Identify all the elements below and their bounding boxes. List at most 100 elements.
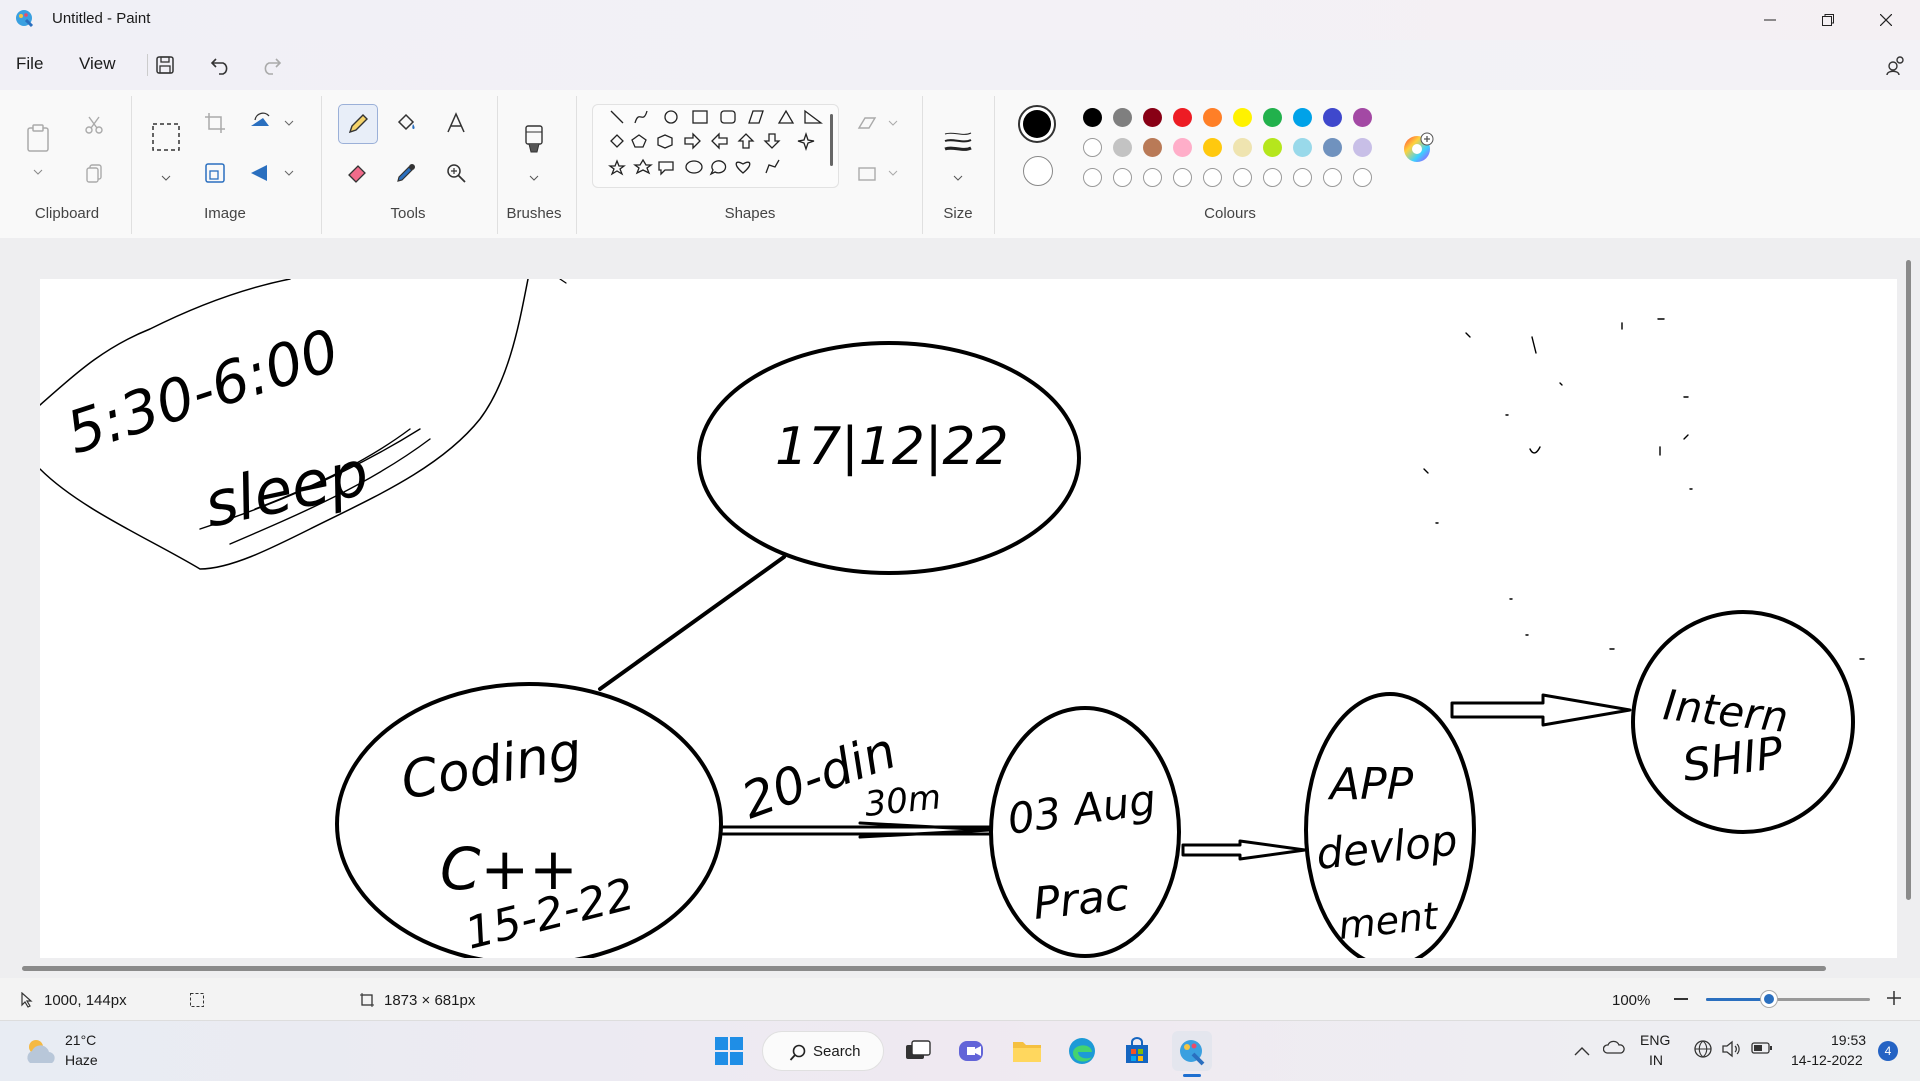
custom-colour-slot[interactable] [1203, 168, 1222, 187]
microsoft-store-icon[interactable] [1117, 1031, 1157, 1071]
custom-colour-slot[interactable] [1143, 168, 1162, 187]
crop-icon[interactable] [196, 104, 234, 142]
size-icon[interactable] [939, 122, 977, 162]
colour-swatch[interactable] [1173, 138, 1192, 157]
edit-colours-icon[interactable] [1402, 132, 1434, 164]
colour-swatch[interactable] [1203, 138, 1222, 157]
primary-colour-swatch[interactable] [1018, 105, 1056, 143]
colour-swatch[interactable] [1143, 138, 1162, 157]
onedrive-icon[interactable] [1602, 1040, 1625, 1059]
search-icon [789, 1044, 806, 1061]
paste-icon[interactable] [20, 116, 56, 160]
shape-fill-icon[interactable] [852, 154, 904, 192]
colour-swatch[interactable] [1083, 108, 1102, 127]
clock-date[interactable]: 14-12-2022 [1791, 1052, 1863, 1068]
network-icon[interactable] [1693, 1039, 1713, 1064]
brushes-dropdown-icon[interactable] [529, 168, 539, 186]
show-hidden-icons-icon[interactable] [1574, 1043, 1590, 1061]
restore-button[interactable] [1800, 0, 1856, 40]
teams-chat-icon[interactable] [952, 1031, 992, 1071]
notification-badge[interactable]: 4 [1878, 1041, 1898, 1061]
undo-icon[interactable] [204, 50, 238, 80]
colour-swatch[interactable] [1323, 138, 1342, 157]
pencil-icon[interactable] [338, 104, 378, 144]
resize-icon[interactable] [196, 154, 234, 192]
select-dropdown-icon[interactable] [161, 168, 171, 186]
colour-swatch[interactable] [1263, 138, 1282, 157]
language-indicator-bottom[interactable]: IN [1649, 1052, 1663, 1068]
brushes-icon[interactable] [515, 116, 553, 166]
clock-time[interactable]: 19:53 [1831, 1032, 1866, 1048]
coding-text: Coding [397, 721, 586, 812]
colours-group-label: Colours [1204, 205, 1256, 222]
weather-temperature: 21°C [65, 1032, 97, 1048]
rotate-icon[interactable] [246, 104, 298, 142]
custom-colour-slot[interactable] [1233, 168, 1252, 187]
colour-swatch[interactable] [1293, 138, 1312, 157]
colour-swatch[interactable] [1113, 138, 1132, 157]
copy-icon[interactable] [75, 154, 113, 192]
colour-swatch[interactable] [1173, 108, 1192, 127]
ment-text: ment [1336, 894, 1442, 948]
task-view-icon[interactable] [898, 1031, 938, 1071]
colour-swatch[interactable] [1353, 108, 1372, 127]
flip-icon[interactable] [246, 154, 298, 192]
edge-browser-icon[interactable] [1062, 1031, 1102, 1071]
language-indicator-top[interactable]: ENG [1640, 1032, 1670, 1048]
drawing-canvas[interactable]: 5:30-6:00 sleep 17|12|22 Coding C++ 15-2… [40, 279, 1897, 958]
blob-time-text: 5:30-6:00 [58, 316, 347, 468]
colour-swatch[interactable] [1083, 138, 1102, 157]
windows-start-icon[interactable] [709, 1031, 749, 1071]
select-icon[interactable] [147, 118, 185, 156]
save-icon[interactable] [148, 50, 182, 80]
colour-picker-icon[interactable] [387, 154, 425, 192]
taskbar: 21°C Haze Search ENG IN 19:53 14-12-2022… [0, 1020, 1920, 1081]
secondary-colour-swatch[interactable] [1023, 156, 1053, 186]
size-dropdown-icon[interactable] [953, 168, 963, 186]
paste-dropdown-icon[interactable] [33, 162, 43, 180]
fill-icon[interactable] [387, 104, 425, 142]
zoom-in-icon[interactable] [1886, 990, 1902, 1010]
text-icon[interactable] [437, 104, 475, 142]
zoom-out-icon[interactable] [1674, 998, 1688, 1000]
shape-outline-icon[interactable] [852, 104, 904, 142]
custom-colour-slot[interactable] [1083, 168, 1102, 187]
file-menu[interactable]: File [16, 54, 43, 74]
colour-swatch[interactable] [1263, 108, 1282, 127]
colour-swatch[interactable] [1323, 108, 1342, 127]
custom-colour-slot[interactable] [1113, 168, 1132, 187]
zoom-level[interactable]: 100% [1612, 992, 1650, 1009]
horizontal-scrollbar[interactable] [22, 966, 1826, 971]
colour-swatch[interactable] [1353, 138, 1372, 157]
close-button[interactable] [1858, 0, 1914, 40]
paint-taskbar-icon[interactable] [1172, 1031, 1212, 1071]
share-icon[interactable] [1878, 50, 1912, 80]
eraser-icon[interactable] [338, 154, 376, 192]
custom-colour-slot[interactable] [1323, 168, 1342, 187]
colour-swatch[interactable] [1233, 108, 1252, 127]
volume-icon[interactable] [1721, 1039, 1741, 1064]
cut-icon[interactable] [75, 106, 113, 144]
minimize-button[interactable] [1742, 0, 1798, 40]
colour-swatch[interactable] [1233, 138, 1252, 157]
colour-swatch[interactable] [1293, 108, 1312, 127]
colour-swatch[interactable] [1113, 108, 1132, 127]
redo-icon[interactable] [254, 50, 288, 80]
zoom-slider-thumb[interactable] [1761, 991, 1777, 1007]
colour-swatch[interactable] [1143, 108, 1162, 127]
colour-swatch[interactable] [1203, 108, 1222, 127]
weather-icon[interactable] [22, 1035, 58, 1072]
view-menu[interactable]: View [79, 54, 116, 74]
zoom-slider-track[interactable] [1706, 998, 1870, 1001]
taskbar-search-box[interactable]: Search [762, 1031, 884, 1071]
custom-colour-slot[interactable] [1353, 168, 1372, 187]
battery-icon[interactable] [1751, 1040, 1773, 1061]
custom-colour-slot[interactable] [1293, 168, 1312, 187]
shapes-scrollbar[interactable] [830, 114, 833, 166]
file-explorer-icon[interactable] [1007, 1031, 1047, 1071]
magnifier-icon[interactable] [437, 154, 475, 192]
practice-text: Prac [1031, 869, 1132, 930]
vertical-scrollbar[interactable] [1906, 260, 1911, 900]
custom-colour-slot[interactable] [1173, 168, 1192, 187]
custom-colour-slot[interactable] [1263, 168, 1282, 187]
